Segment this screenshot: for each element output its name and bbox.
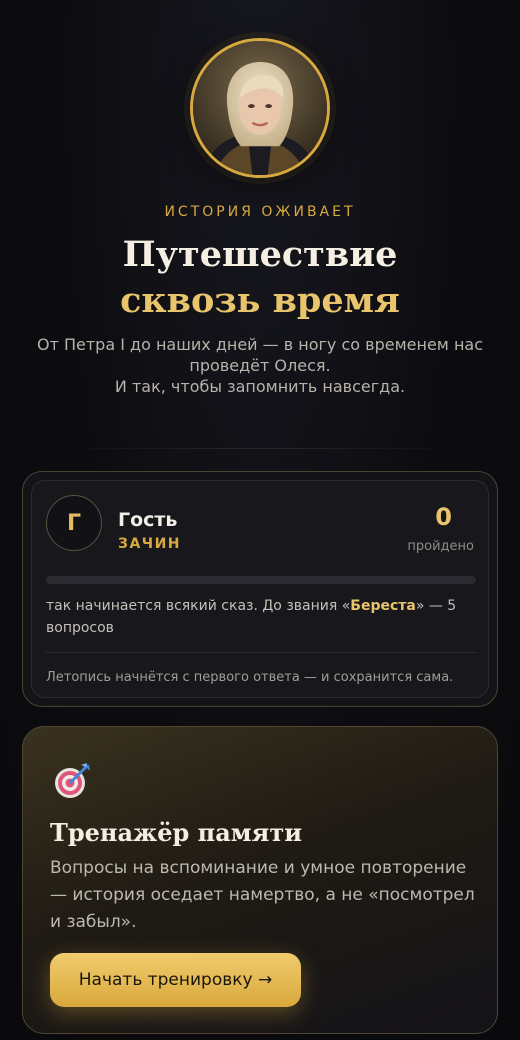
hero-subtitle-line1: От Петра I до наших дней — в ногу со вре… bbox=[36, 335, 484, 375]
hero-title-line1: Путешествие bbox=[122, 234, 398, 275]
page: ИСТОРИЯ ОЖИВАЕТ Путешествие сквозь время… bbox=[0, 0, 520, 1040]
guide-avatar bbox=[190, 38, 330, 178]
rank-progress-bar bbox=[46, 576, 476, 584]
card-divider bbox=[46, 652, 476, 653]
target-icon bbox=[55, 763, 90, 798]
user-initial-avatar: Г bbox=[46, 495, 102, 551]
completed-label: пройдено bbox=[407, 539, 474, 554]
hero-subtitle-line2: И так, чтобы запомнить навсегда. bbox=[114, 377, 406, 396]
section-divider bbox=[60, 448, 460, 449]
rank-progress-text: так начинается всякий сказ. До звания «Б… bbox=[46, 595, 476, 639]
trainer-description: Вопросы на вспоминание и умное повторени… bbox=[50, 858, 475, 932]
completed-count: 0 bbox=[435, 503, 452, 531]
hero-title-line2: сквозь время bbox=[120, 280, 400, 321]
chronicle-note: Летопись начнётся с первого ответа — и с… bbox=[46, 670, 454, 685]
progress-text-before: так начинается всякий сказ. До звания « bbox=[46, 598, 351, 614]
start-training-button[interactable]: Начать тренировку → bbox=[50, 953, 301, 1007]
user-rank: ЗАЧИН bbox=[118, 536, 182, 552]
profile-card: Г Гость ЗАЧИН 0 пройдено так начинается … bbox=[22, 471, 498, 707]
user-name: Гость bbox=[118, 509, 178, 531]
hero-eyebrow: ИСТОРИЯ ОЖИВАЕТ bbox=[164, 204, 356, 220]
next-rank: Береста bbox=[350, 598, 416, 614]
memory-trainer-card: Тренажёр памяти Вопросы на вспоминание и… bbox=[22, 726, 498, 1034]
profile-card-inner: Г Гость ЗАЧИН 0 пройдено так начинается … bbox=[31, 480, 489, 698]
hero-subtitle: От Петра I до наших дней — в ногу со вре… bbox=[20, 334, 500, 397]
trainer-title: Тренажёр памяти bbox=[50, 818, 303, 847]
hero-title: Путешествие сквозь время bbox=[0, 232, 520, 324]
portrait-image bbox=[193, 41, 327, 175]
